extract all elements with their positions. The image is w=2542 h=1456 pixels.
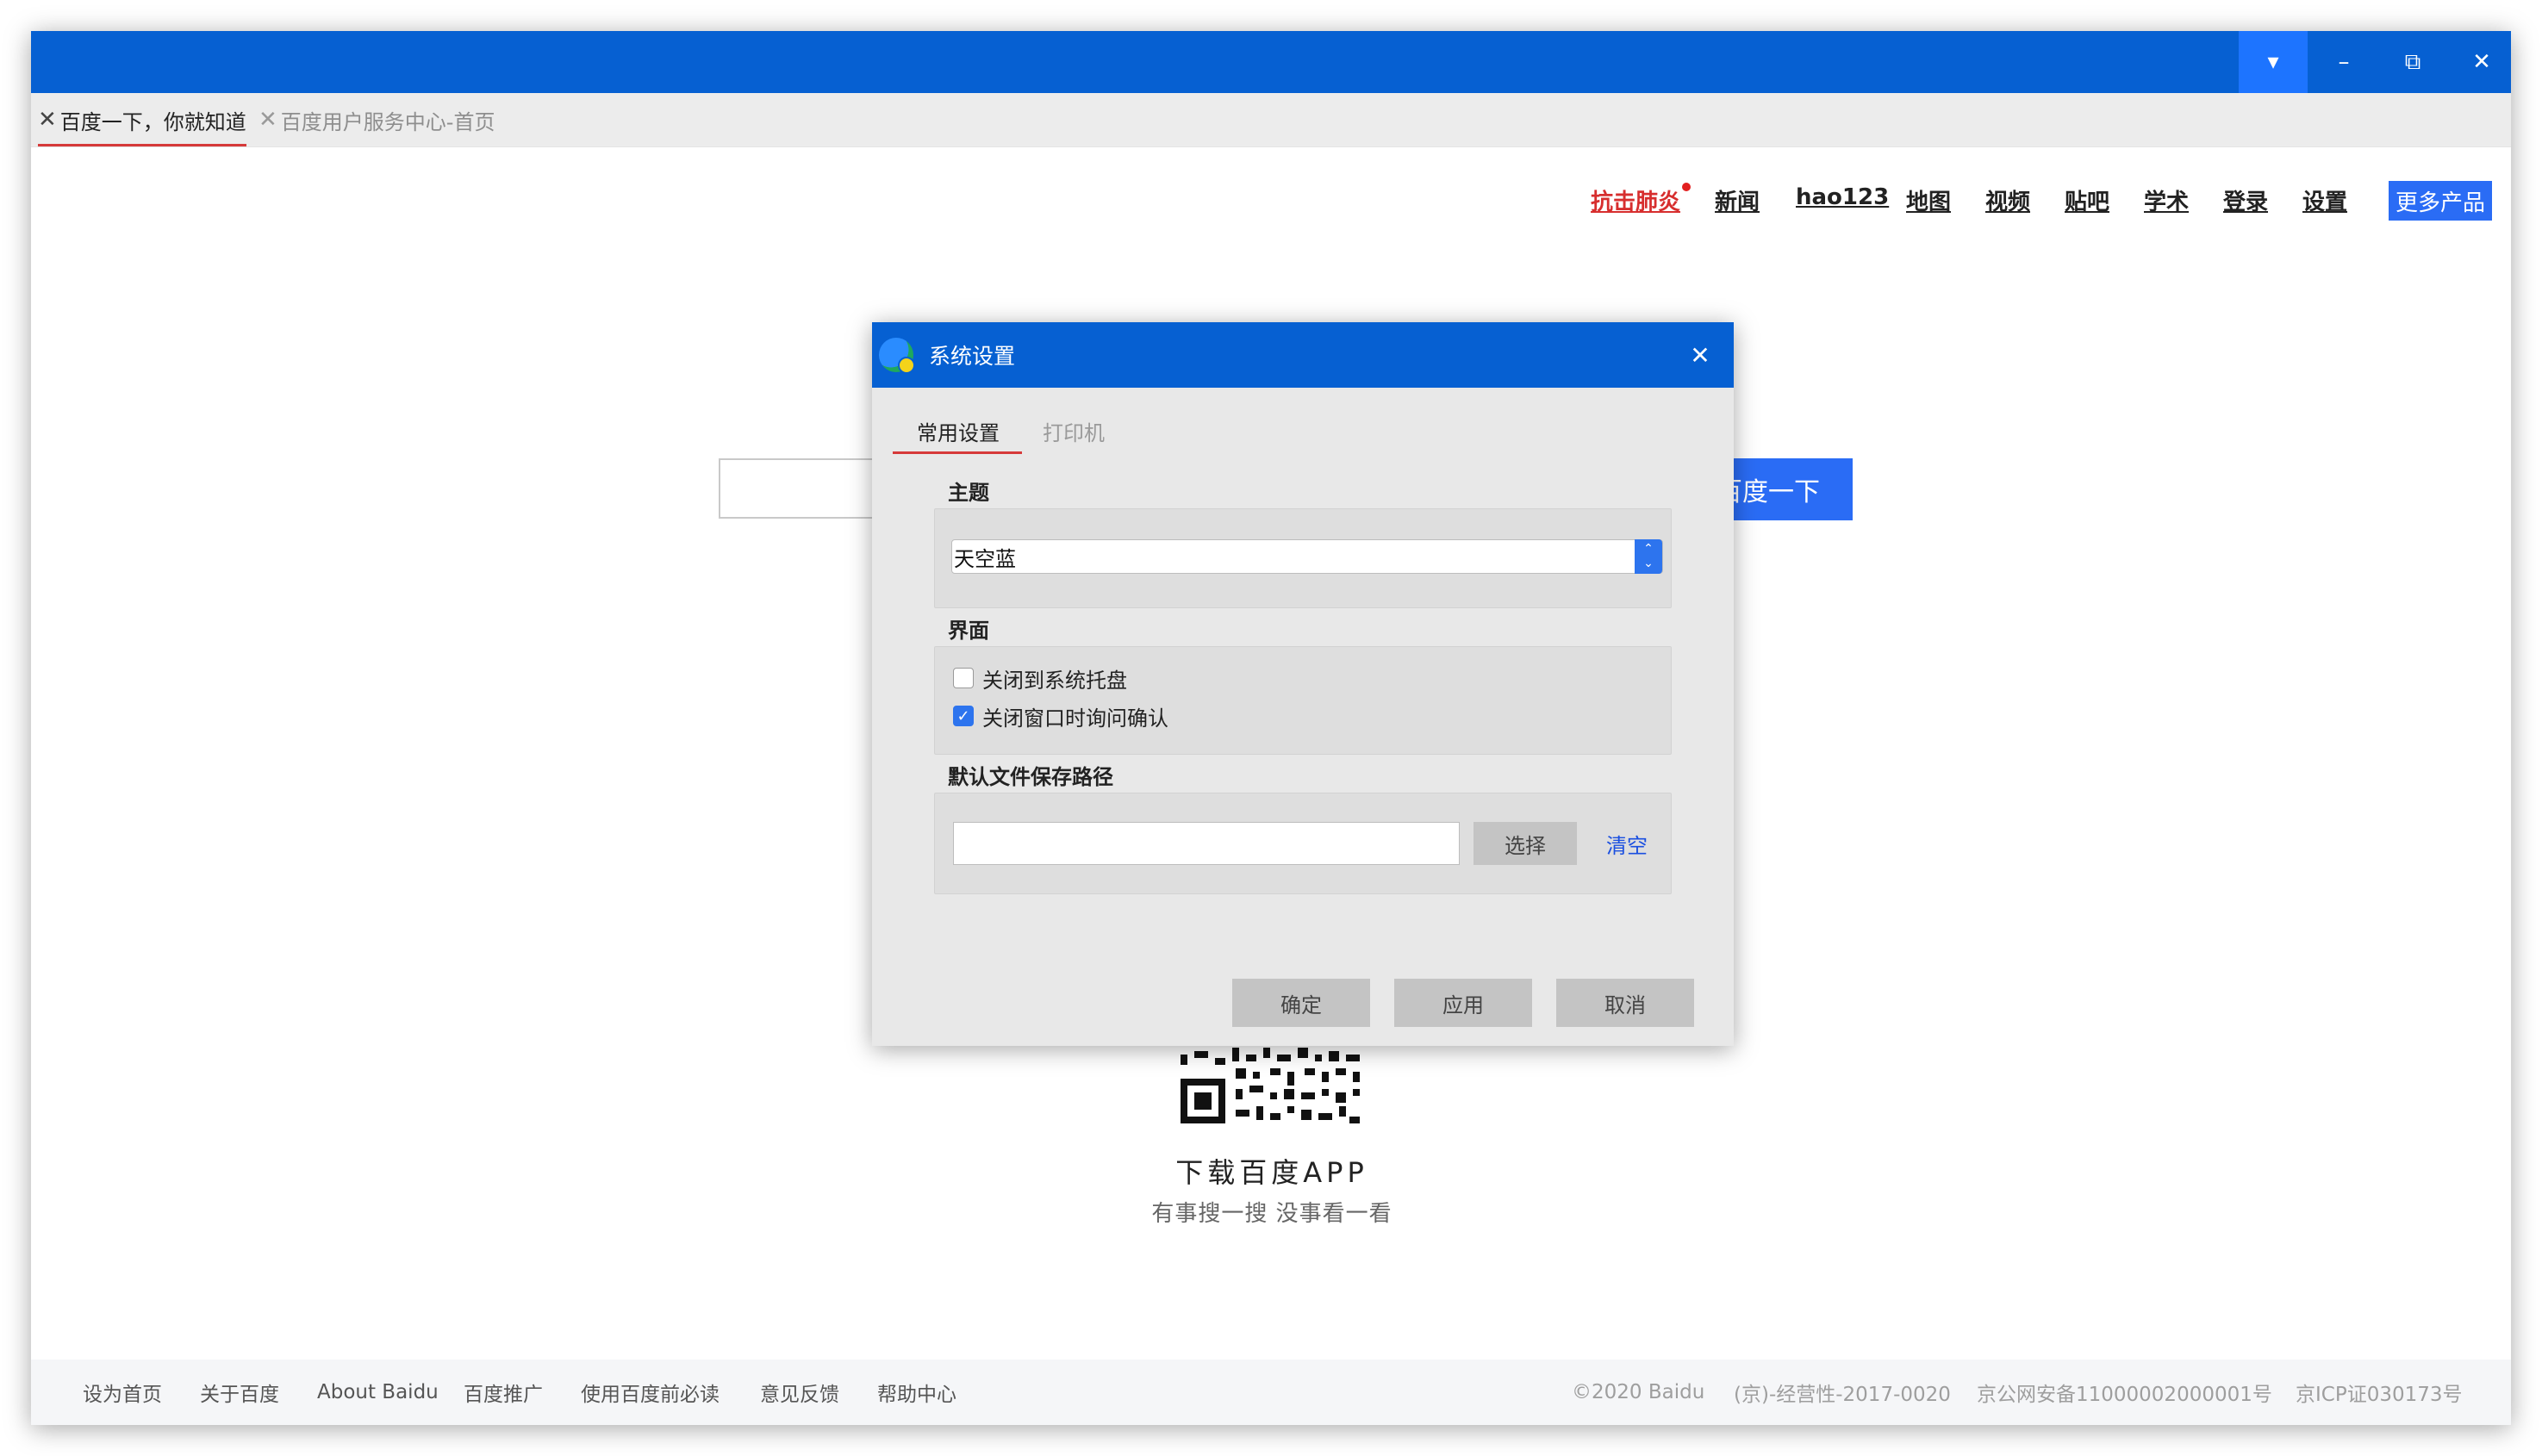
nav-link-fight-pneumonia[interactable]: 抗击肺炎 xyxy=(1591,184,1680,216)
footer-link-help[interactable]: 帮助中心 xyxy=(877,1360,956,1425)
close-to-tray-option[interactable]: 关闭到系统托盘 xyxy=(953,665,1127,693)
browser-window: ▾ – ⧉ ✕ ✕ 百度一下，你就知道 ✕ 百度用户服务中心-首页 抗击肺炎 新… xyxy=(31,31,2511,1425)
theme-select-value: 天空蓝 xyxy=(954,546,1016,571)
active-tab-indicator xyxy=(893,451,1022,454)
save-path-input[interactable] xyxy=(953,822,1460,865)
interface-label: 界面 xyxy=(948,619,989,643)
tab-baidu-home[interactable]: ✕ 百度一下，你就知道 xyxy=(38,93,246,146)
more-products-button[interactable]: 更多产品 xyxy=(2389,181,2492,221)
dialog-title-bar: 系统设置 ✕ xyxy=(872,322,1734,388)
restore-button[interactable]: ⧉ xyxy=(2378,31,2447,93)
dropdown-button[interactable]: ▾ xyxy=(2239,31,2308,93)
settings-dialog: 系统设置 ✕ 常用设置 打印机 主题 天空蓝 ⌃ ⌄ 界面 关闭到系统托盘 ✓ 关… xyxy=(872,322,1734,1046)
dialog-title: 系统设置 xyxy=(929,344,1016,369)
nav-link-news[interactable]: 新闻 xyxy=(1715,184,1760,216)
tab-label: 百度一下，你就知道 xyxy=(59,109,246,134)
nav-link-video[interactable]: 视频 xyxy=(1985,184,2030,216)
title-bar: ▾ – ⧉ ✕ xyxy=(31,31,2511,93)
footer-link-promotion[interactable]: 百度推广 xyxy=(464,1360,543,1425)
apply-button[interactable]: 应用 xyxy=(1394,979,1532,1027)
choose-path-button[interactable]: 选择 xyxy=(1473,822,1577,865)
clear-path-link[interactable]: 清空 xyxy=(1606,822,1648,865)
tab-close-icon[interactable]: ✕ xyxy=(38,107,57,133)
footer-link-feedback[interactable]: 意见反馈 xyxy=(760,1360,839,1425)
app-download-title: 下载百度APP xyxy=(1175,1156,1368,1189)
close-icon: ✕ xyxy=(1690,340,1710,370)
nav-link-scholar[interactable]: 学术 xyxy=(2144,184,2189,216)
tab-label: 百度用户服务中心-首页 xyxy=(280,109,495,134)
nav-link-tieba[interactable]: 贴吧 xyxy=(2065,184,2109,216)
tab-general-settings[interactable]: 常用设置 xyxy=(917,408,1000,453)
tab-printer[interactable]: 打印机 xyxy=(1043,408,1105,453)
footer-icp[interactable]: 京ICP证030173号 xyxy=(2296,1360,2463,1425)
save-path-label: 默认文件保存路径 xyxy=(948,765,1113,789)
chevron-down-icon: ▾ xyxy=(2267,49,2279,75)
footer-copyright: ©2020 Baidu xyxy=(1572,1381,1705,1403)
nav-link-map[interactable]: 地图 xyxy=(1906,184,1951,216)
nav-link-login[interactable]: 登录 xyxy=(2223,184,2268,216)
theme-label: 主题 xyxy=(948,481,989,505)
close-to-tray-checkbox[interactable] xyxy=(953,668,974,688)
confirm-on-close-option[interactable]: ✓ 关闭窗口时询问确认 xyxy=(953,703,1168,731)
footer-link-terms[interactable]: 使用百度前必读 xyxy=(581,1360,720,1425)
footer-link-about-baidu-en[interactable]: About Baidu xyxy=(317,1360,439,1425)
notification-dot xyxy=(1682,183,1691,191)
tab-user-service-center[interactable]: ✕ 百度用户服务中心-首页 xyxy=(259,93,495,146)
cancel-button[interactable]: 取消 xyxy=(1556,979,1694,1027)
app-download-subtitle: 有事搜一搜 没事看一看 xyxy=(1151,1201,1392,1227)
dialog-close-button[interactable]: ✕ xyxy=(1679,322,1722,388)
minimize-icon: – xyxy=(2338,49,2350,75)
close-window-button[interactable]: ✕ xyxy=(2447,31,2511,93)
tab-bar: ✕ 百度一下，你就知道 ✕ 百度用户服务中心-首页 xyxy=(31,93,2511,147)
footer-link-about-baidu[interactable]: 关于百度 xyxy=(200,1360,279,1425)
nav-link-hao123[interactable]: hao123 xyxy=(1796,184,1889,210)
tab-close-icon[interactable]: ✕ xyxy=(259,107,277,133)
footer-link-set-homepage[interactable]: 设为首页 xyxy=(83,1360,162,1425)
restore-icon: ⧉ xyxy=(2404,48,2421,75)
nav-link-settings[interactable]: 设置 xyxy=(2302,184,2347,216)
close-icon: ✕ xyxy=(2472,49,2491,75)
ok-button[interactable]: 确定 xyxy=(1232,979,1370,1027)
footer: 设为首页 关于百度 About Baidu 百度推广 使用百度前必读 意见反馈 … xyxy=(31,1360,2511,1425)
theme-select[interactable]: 天空蓝 ⌃ ⌄ xyxy=(951,539,1663,574)
footer-license[interactable]: (京)-经营性-2017-0020 xyxy=(1734,1360,1951,1425)
footer-police-record[interactable]: 京公网安备11000002000001号 xyxy=(1977,1360,2272,1425)
confirm-on-close-label: 关闭窗口时询问确认 xyxy=(982,706,1168,731)
app-logo-icon xyxy=(879,338,915,374)
confirm-on-close-checkbox[interactable]: ✓ xyxy=(953,706,974,726)
minimize-button[interactable]: – xyxy=(2309,31,2378,93)
close-to-tray-label: 关闭到系统托盘 xyxy=(982,668,1127,693)
updown-arrow-icon: ⌃ ⌄ xyxy=(1635,539,1662,574)
